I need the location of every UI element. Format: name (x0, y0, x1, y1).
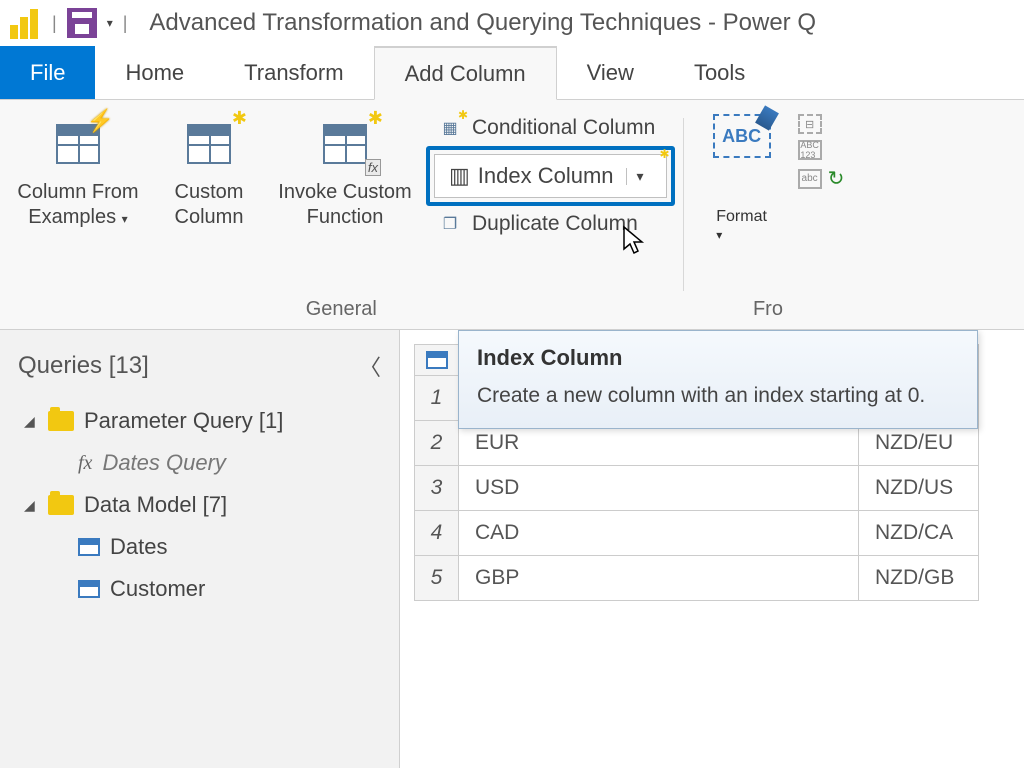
queries-title: Queries [13] (18, 352, 149, 380)
merge-columns-button[interactable]: ⊟ (798, 114, 845, 134)
row-number: 2 (415, 421, 459, 466)
row-number: 1 (415, 376, 459, 421)
index-column-highlight: ▥✱ Index Column ▾ (426, 146, 675, 206)
tree-item-customer[interactable]: Customer (20, 568, 387, 610)
table-icon (78, 580, 100, 598)
ribbon-group-general: ⚡ Column From Examples ▾ ✱ Custom Column… (0, 110, 683, 329)
tab-file[interactable]: File (0, 46, 95, 99)
ribbon-tabs: File Home Transform Add Column View Tool… (0, 46, 1024, 100)
format-button[interactable]: ABC Format▾ (692, 110, 792, 248)
queries-header: Queries [13] 〈 (12, 340, 387, 400)
cell[interactable]: NZD/US (859, 466, 979, 511)
group-label-general: General (306, 292, 377, 329)
title-bar: | ▾ | Advanced Transformation and Queryi… (0, 0, 1024, 46)
index-column-tooltip: Index Column Create a new column with an… (458, 330, 978, 429)
window-title: Advanced Transformation and Querying Tec… (149, 9, 816, 37)
parse-button[interactable]: abc↻ (798, 166, 845, 191)
cell[interactable]: USD (459, 466, 859, 511)
qat-dropdown-icon[interactable]: ▾ (107, 16, 113, 30)
table-row[interactable]: 5 GBP NZD/GB (415, 556, 979, 601)
queries-pane: Queries [13] 〈 ◢ Parameter Query [1] fx … (0, 330, 400, 768)
ribbon-content: ⚡ Column From Examples ▾ ✱ Custom Column… (0, 100, 1024, 330)
tab-transform[interactable]: Transform (214, 46, 373, 99)
tooltip-title: Index Column (477, 345, 959, 371)
row-number: 5 (415, 556, 459, 601)
table-icon (78, 538, 100, 556)
chevron-down-icon: ▾ (122, 212, 128, 226)
tree-item-dates-query[interactable]: fx Dates Query (20, 442, 387, 484)
cell[interactable]: CAD (459, 511, 859, 556)
tab-tools[interactable]: Tools (664, 46, 775, 99)
tree-group-data-model[interactable]: ◢ Data Model [7] (20, 484, 387, 526)
table-icon (323, 124, 367, 164)
body-area: Queries [13] 〈 ◢ Parameter Query [1] fx … (0, 330, 1024, 768)
queries-tree: ◢ Parameter Query [1] fx Dates Query ◢ D… (12, 400, 387, 610)
index-icon: ▥✱ (449, 163, 470, 189)
select-all-cell[interactable] (415, 345, 459, 376)
conditional-icon: ▦✱ (436, 116, 464, 140)
ribbon-group-format: ABC Format▾ ⊟ ABC123 abc↻ Fro (684, 110, 853, 329)
group-label-from: Fro (753, 292, 783, 329)
column-from-examples-button[interactable]: ⚡ Column From Examples ▾ (8, 110, 148, 234)
chevron-down-icon: ▾ (716, 228, 722, 242)
table-row[interactable]: 3 USD NZD/US (415, 466, 979, 511)
cell[interactable]: NZD/GB (859, 556, 979, 601)
row-number: 3 (415, 466, 459, 511)
index-column-button[interactable]: ▥✱ Index Column ▾ (434, 154, 667, 198)
format-icon: ABC (713, 114, 771, 158)
app-logo-icon (10, 7, 42, 39)
chevron-down-icon[interactable]: ▾ (626, 168, 652, 185)
fx-icon: fx (78, 452, 92, 475)
fx-badge-icon: fx (365, 159, 381, 176)
tooltip-body: Create a new column with an index starti… (477, 381, 959, 410)
bolt-icon: ⚡ (87, 108, 114, 134)
table-row[interactable]: 4 CAD NZD/CA (415, 511, 979, 556)
table-icon (187, 124, 231, 164)
conditional-column-button[interactable]: ▦✱ Conditional Column (426, 112, 675, 144)
star-icon: ✱ (368, 108, 383, 129)
extract-button[interactable]: ABC123 (798, 140, 845, 160)
collapse-toggle-icon[interactable]: ◢ (24, 497, 38, 514)
tree-group-parameter-query[interactable]: ◢ Parameter Query [1] (20, 400, 387, 442)
save-icon[interactable] (67, 8, 97, 38)
tab-home[interactable]: Home (95, 46, 214, 99)
tree-item-dates[interactable]: Dates (20, 526, 387, 568)
folder-icon (48, 411, 74, 431)
collapse-toggle-icon[interactable]: ◢ (24, 413, 38, 430)
folder-icon (48, 495, 74, 515)
star-icon: ✱ (232, 108, 247, 129)
data-grid-pane: Index Column Create a new column with an… (400, 330, 1024, 768)
collapse-pane-icon[interactable]: 〈 (359, 350, 381, 382)
duplicate-icon: ❐ (436, 212, 464, 236)
tab-add-column[interactable]: Add Column (374, 46, 557, 100)
custom-column-button[interactable]: ✱ Custom Column (154, 110, 264, 234)
cell[interactable]: NZD/CA (859, 511, 979, 556)
text-tools-stack: ⊟ ABC123 abc↻ (798, 110, 845, 191)
separator: | (123, 13, 128, 34)
tab-view[interactable]: View (557, 46, 664, 99)
row-number: 4 (415, 511, 459, 556)
duplicate-column-button[interactable]: ❐ Duplicate Column (426, 208, 675, 240)
invoke-custom-function-button[interactable]: ✱fx Invoke Custom Function (270, 110, 420, 234)
separator: | (52, 13, 57, 34)
cell[interactable]: GBP (459, 556, 859, 601)
